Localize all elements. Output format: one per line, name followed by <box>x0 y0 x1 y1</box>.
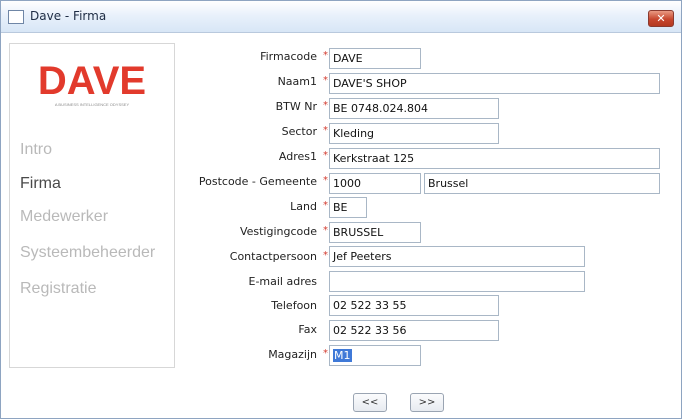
gemeente-field[interactable]: Brussel <box>424 173 660 194</box>
required-marker: * <box>323 50 328 61</box>
email-label: E-mail adres <box>248 275 318 288</box>
required-marker: * <box>323 150 328 161</box>
telefoon-label: Telefoon <box>271 299 317 312</box>
vestigingcode-label: Vestigingcode <box>239 225 317 238</box>
close-button[interactable]: ✕ <box>648 10 674 27</box>
logo-tagline: A BUSINESS INTELLIGENCE ODYSSEY <box>55 102 130 107</box>
application-window: Dave - Firma ✕ DAVE A BUSINESS INTELLIGE… <box>0 0 682 419</box>
firmacode-field[interactable]: DAVE <box>329 48 421 69</box>
land-field[interactable]: BE <box>329 197 367 218</box>
window-icon <box>8 10 24 24</box>
adres1-label: Adres1 <box>278 150 317 163</box>
magazijn-label: Magazijn <box>268 348 317 361</box>
required-marker: * <box>323 100 328 111</box>
naam1-label: Naam1 <box>277 75 317 88</box>
land-label: Land <box>290 200 317 213</box>
adres1-field[interactable]: Kerkstraat 125 <box>329 148 660 169</box>
next-button[interactable]: >> <box>410 393 444 412</box>
btw-field[interactable]: BE 0748.024.804 <box>329 98 499 119</box>
previous-button[interactable]: << <box>353 393 387 412</box>
required-marker: * <box>323 175 328 186</box>
required-marker: * <box>323 250 328 261</box>
naam1-field[interactable]: DAVE'S SHOP <box>329 73 660 94</box>
btw-label: BTW Nr <box>275 100 317 113</box>
firmacode-label: Firmacode <box>260 50 317 63</box>
vestigingcode-field[interactable]: BRUSSEL <box>329 222 421 243</box>
fax-field[interactable]: 02 522 33 56 <box>329 320 499 341</box>
required-marker: * <box>323 348 328 359</box>
required-marker: * <box>323 225 328 236</box>
telefoon-field[interactable]: 02 522 33 55 <box>329 295 499 316</box>
postcode-gemeente-label: Postcode - Gemeente <box>198 175 317 188</box>
magazijn-field[interactable]: M1 <box>329 345 421 366</box>
contactpersoon-label: Contactpersoon <box>229 250 317 263</box>
nav-item-medewerker[interactable]: Medewerker <box>20 208 108 226</box>
nav-item-firma[interactable]: Firma <box>20 175 61 193</box>
required-marker: * <box>323 125 328 136</box>
window-title: Dave - Firma <box>30 9 107 23</box>
required-marker: * <box>323 75 328 86</box>
nav-item-registratie[interactable]: Registratie <box>20 280 96 298</box>
email-field[interactable] <box>329 271 585 292</box>
title-bar: Dave - Firma ✕ <box>1 1 681 33</box>
magazijn-selected-text: M1 <box>333 349 352 362</box>
fax-label: Fax <box>298 323 317 336</box>
postcode-field[interactable]: 1000 <box>329 173 421 194</box>
sector-field[interactable]: Kleding <box>329 123 499 144</box>
required-marker: * <box>323 200 328 211</box>
sector-label: Sector <box>281 125 317 138</box>
nav-item-intro[interactable]: Intro <box>20 141 52 159</box>
contactpersoon-field[interactable]: Jef Peeters <box>329 246 585 267</box>
